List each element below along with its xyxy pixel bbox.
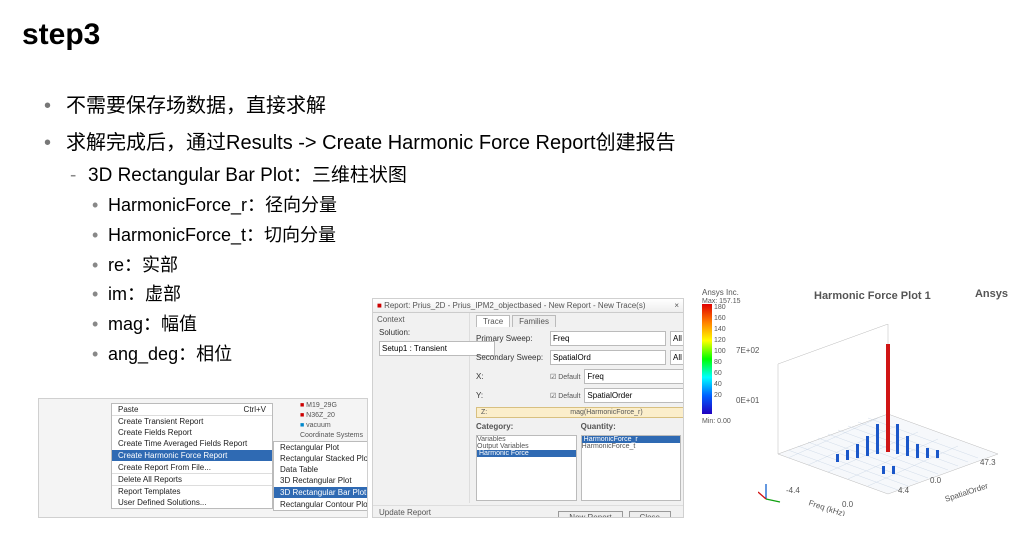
primary-sweep-select[interactable]: [550, 331, 666, 346]
submenu-item[interactable]: Rectangular Contour Plot: [274, 499, 368, 510]
list-item[interactable]: HarmonicForce_r: [582, 436, 681, 443]
context-group-label: Context: [373, 313, 469, 326]
z-expression[interactable]: mag(HarmonicForce_r): [570, 409, 642, 416]
y-label: Y:: [476, 391, 546, 400]
list-item[interactable]: Output Variables: [477, 443, 576, 450]
y-tick: 0.0: [930, 476, 941, 485]
x-tick: -4.4: [786, 486, 800, 495]
z-tick: 0E+01: [736, 396, 759, 405]
tree-item[interactable]: ■ N36Z_20: [300, 411, 363, 421]
bullet-l1: 不需要保存场数据，直接求解: [44, 90, 676, 123]
menu-item[interactable]: Report Templates: [112, 486, 272, 497]
category-listbox[interactable]: Variables Output Variables Harmonic Forc…: [476, 435, 577, 501]
slide-title: step3: [22, 18, 100, 52]
dialog-icon: ■: [377, 301, 384, 310]
secondary-sweep-all[interactable]: [670, 350, 684, 365]
menu-item-harmonic-force[interactable]: Create Harmonic Force Report: [112, 450, 272, 461]
x-tick: 4.4: [898, 486, 909, 495]
menu-item-paste[interactable]: PasteCtrl+V: [112, 404, 272, 415]
quantity-header: Quantity:: [581, 422, 682, 431]
menu-item[interactable]: Delete All Reports: [112, 474, 272, 485]
tree-item[interactable]: Coordinate Systems: [300, 431, 363, 441]
menu-item[interactable]: Create Time Averaged Fields Report: [112, 438, 272, 449]
bullet-l3: HarmonicForce_t：切向分量: [88, 221, 676, 251]
primary-sweep-all[interactable]: [670, 331, 684, 346]
solution-label: Solution:: [379, 328, 449, 337]
menu-item[interactable]: Create Transient Report: [112, 416, 272, 427]
quantity-listbox[interactable]: HarmonicForce_r HarmonicForce_t: [581, 435, 682, 501]
screenshot-3d-plot: Ansys Inc. Max: 157.15 Harmonic Force Pl…: [694, 286, 1014, 516]
context-menu: PasteCtrl+V Create Transient Report Crea…: [111, 403, 273, 509]
dialog-title: Report: Prius_2D - Prius_IPM2_objectbase…: [384, 301, 645, 310]
close-button[interactable]: Close: [629, 511, 671, 519]
submenu-item[interactable]: 3D Rectangular Plot: [274, 475, 368, 486]
submenu-item[interactable]: Data Table: [274, 464, 368, 475]
tree-item[interactable]: ■ M19_29G: [300, 401, 363, 411]
update-report-label: Update Report: [379, 508, 431, 517]
y-input[interactable]: [584, 388, 684, 403]
menu-item[interactable]: Create Report From File...: [112, 462, 272, 473]
min-label: Min: 0.00: [702, 418, 731, 425]
x-input[interactable]: [584, 369, 684, 384]
screenshot-context-menu: ■ M19_29G ■ N36Z_20 ■ vacuum Coordinate …: [38, 398, 368, 518]
bullet-text: 求解完成后，通过Results -> Create Harmonic Force…: [66, 132, 676, 154]
y-tick: 47.3: [980, 458, 996, 467]
menu-item[interactable]: User Defined Solutions...: [112, 497, 272, 508]
menu-item[interactable]: Create Fields Report: [112, 427, 272, 438]
bullet-l3: re：实部: [88, 251, 676, 281]
category-header: Category:: [476, 422, 577, 431]
vendor-label: Ansys Inc.: [702, 288, 739, 297]
dialog-titlebar: ■ Report: Prius_2D - Prius_IPM2_objectba…: [373, 299, 683, 313]
realtime-checkbox[interactable]: Real time: [388, 517, 422, 518]
tab-trace[interactable]: Trace: [476, 315, 510, 327]
new-report-button[interactable]: New Report: [558, 511, 622, 519]
submenu: Rectangular Plot Rectangular Stacked Plo…: [273, 441, 368, 511]
list-item[interactable]: HarmonicForce_t: [582, 443, 681, 450]
list-item[interactable]: Variables: [477, 436, 576, 443]
chart-title: Harmonic Force Plot 1: [814, 290, 931, 302]
list-item[interactable]: Harmonic Force: [477, 450, 576, 457]
ansys-logo: Ansys: [975, 288, 1008, 300]
plot-3d[interactable]: [758, 324, 1008, 504]
submenu-item[interactable]: Rectangular Plot: [274, 442, 368, 453]
bullet-l3: HarmonicForce_r：径向分量: [88, 191, 676, 221]
x-tick: 0.0: [842, 500, 853, 509]
submenu-item[interactable]: Rectangular Stacked Plot: [274, 453, 368, 464]
tab-families[interactable]: Families: [512, 315, 556, 327]
colorbar: [702, 304, 712, 414]
close-icon[interactable]: ×: [674, 301, 679, 310]
secondary-sweep-label: Secondary Sweep:: [476, 353, 546, 362]
colorbar-labels: 18016014012010080604020: [714, 302, 726, 401]
submenu-item-3d-bar[interactable]: 3D Rectangular Bar Plot: [274, 487, 368, 498]
primary-sweep-label: Primary Sweep:: [476, 334, 546, 343]
z-tick: 7E+02: [736, 346, 759, 355]
tree-item[interactable]: ■ vacuum: [300, 421, 363, 431]
x-label: X:: [476, 372, 546, 381]
screenshot-report-dialog: ■ Report: Prius_2D - Prius_IPM2_objectba…: [372, 298, 684, 518]
z-label: Z:: [481, 409, 487, 416]
bullet-text: 3D Rectangular Bar Plot：三维柱状图: [88, 165, 407, 186]
secondary-sweep-select[interactable]: [550, 350, 666, 365]
